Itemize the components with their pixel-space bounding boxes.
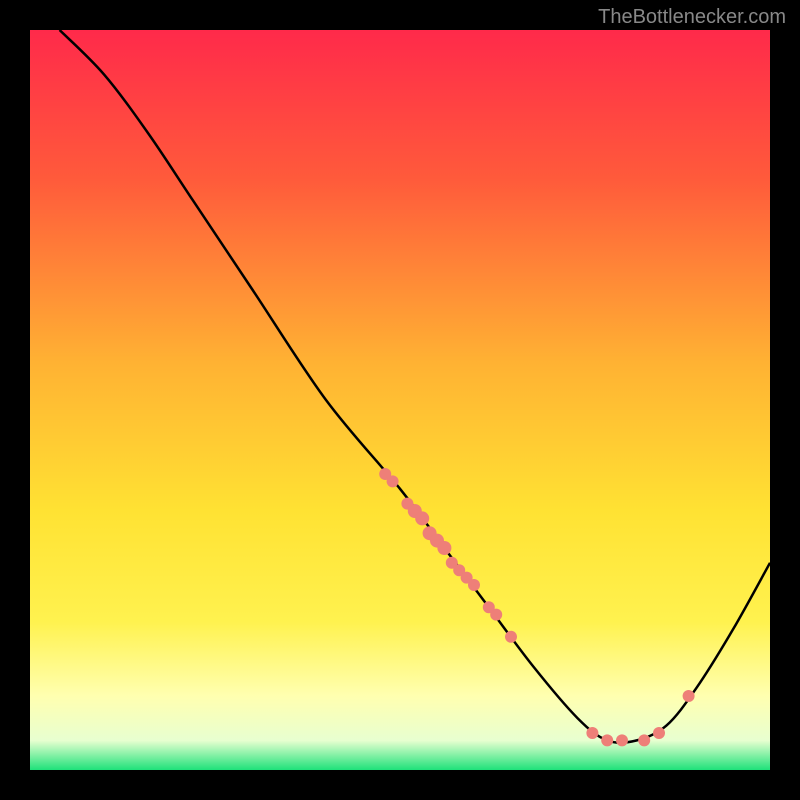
marker-dot bbox=[586, 727, 598, 739]
chart-container: TheBottlenecker.com bbox=[0, 0, 800, 800]
marker-dot bbox=[638, 734, 650, 746]
marker-dot bbox=[601, 734, 613, 746]
chart-background bbox=[30, 30, 770, 770]
marker-dot bbox=[415, 511, 429, 525]
marker-dot bbox=[653, 727, 665, 739]
marker-dot bbox=[468, 579, 480, 591]
chart-svg bbox=[30, 30, 770, 770]
marker-dot bbox=[437, 541, 451, 555]
plot-area bbox=[30, 30, 770, 770]
marker-dot bbox=[683, 690, 695, 702]
marker-dot bbox=[616, 734, 628, 746]
marker-dot bbox=[387, 475, 399, 487]
marker-dot bbox=[505, 631, 517, 643]
marker-dot bbox=[490, 609, 502, 621]
attribution-text: TheBottlenecker.com bbox=[598, 6, 786, 29]
